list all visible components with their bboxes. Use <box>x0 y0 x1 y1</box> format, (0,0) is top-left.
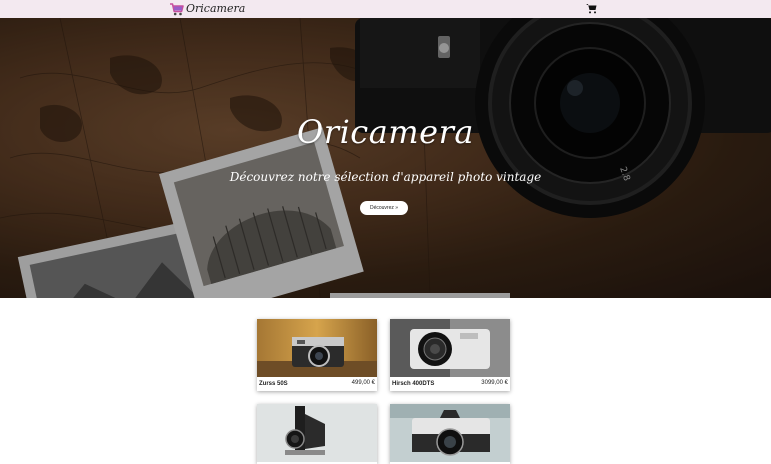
product-card[interactable]: Zurss 50S 499,00 € <box>257 319 377 391</box>
product-image-hirsch-400dts <box>390 319 510 377</box>
product-name: Hirsch 400DTS <box>392 381 435 387</box>
brand-name: Oricamera <box>186 2 246 15</box>
product-image-folding-camera <box>257 404 377 462</box>
hero-banner: 2.8 Oricamera Découvrez notre sélection … <box>0 18 771 298</box>
hero-title: Oricamera <box>297 113 474 151</box>
hero-subtitle: Découvrez notre sélection d'appareil pho… <box>229 170 542 184</box>
product-price: 499,00 € <box>351 380 375 386</box>
product-image-zurss-50s <box>257 319 377 377</box>
hero-overlay <box>0 18 771 298</box>
product-card[interactable] <box>390 404 510 464</box>
shopping-cart-logo-icon <box>170 2 184 15</box>
shopping-cart-icon[interactable] <box>586 3 597 14</box>
product-card[interactable]: Hirsch 400DTS 3099,00 € <box>390 319 510 391</box>
product-name: Zurss 50S <box>259 381 288 387</box>
discover-button[interactable]: Découvrez » <box>360 201 408 215</box>
navbar: Oricamera <box>0 0 771 18</box>
product-card[interactable] <box>257 404 377 464</box>
brand-logo-link[interactable]: Oricamera <box>170 1 245 17</box>
product-image-film-camera <box>390 404 510 462</box>
product-price: 3099,00 € <box>481 380 508 386</box>
